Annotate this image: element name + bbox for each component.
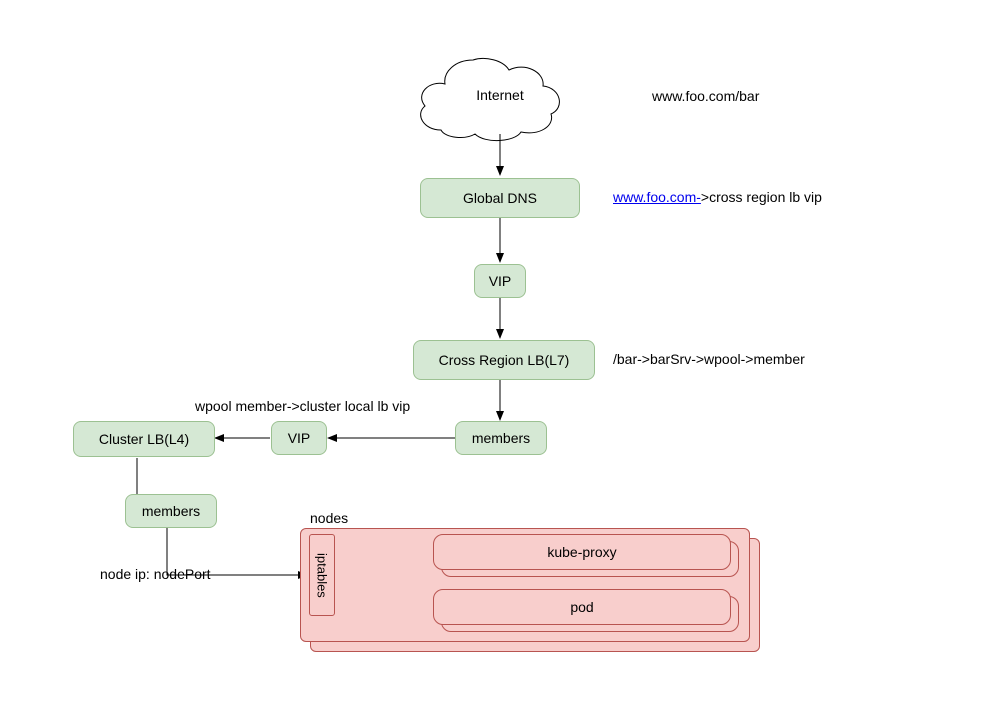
pod-node: pod [433,589,731,625]
cross-region-lb-node: Cross Region LB(L7) [413,340,595,380]
pod-label: pod [570,599,593,615]
members1-label: members [472,430,530,446]
cluster-lb-node: Cluster LB(L4) [73,421,215,457]
members1-node: members [455,421,547,455]
internet-url-label: www.foo.com/bar [652,88,759,104]
vip1-node: VIP [474,264,526,298]
dns-annotation: www.foo.com->cross region lb vip [613,189,822,205]
iptables-node: iptables [309,534,335,616]
cloud-label: Internet [476,87,524,103]
dns-rest: >cross region lb vip [701,189,822,205]
crlb-label: Cross Region LB(L7) [439,352,570,368]
global-dns-node: Global DNS [420,178,580,218]
nodes-title: nodes [310,510,348,526]
vip2-node: VIP [271,421,327,455]
kube-proxy-label: kube-proxy [547,544,616,560]
kube-proxy-node: kube-proxy [433,534,731,570]
global-dns-label: Global DNS [463,190,537,206]
internet-cloud: Internet [421,58,560,140]
members2-label: members [142,503,200,519]
crlb-annotation: /bar->barSrv->wpool->member [613,351,805,367]
vip2-label: VIP [288,430,311,446]
iptables-label: iptables [315,553,330,598]
diagram-stage: Internet www.foo.com/bar www.foo.com->cr… [0,0,1007,719]
nodeip-annotation: node ip: nodePort [100,566,211,582]
dns-link[interactable]: www.foo.com- [613,189,701,205]
vip1-label: VIP [489,273,512,289]
wpool-annotation: wpool member->cluster local lb vip [195,398,410,414]
members2-node: members [125,494,217,528]
cluster-lb-label: Cluster LB(L4) [99,431,189,447]
